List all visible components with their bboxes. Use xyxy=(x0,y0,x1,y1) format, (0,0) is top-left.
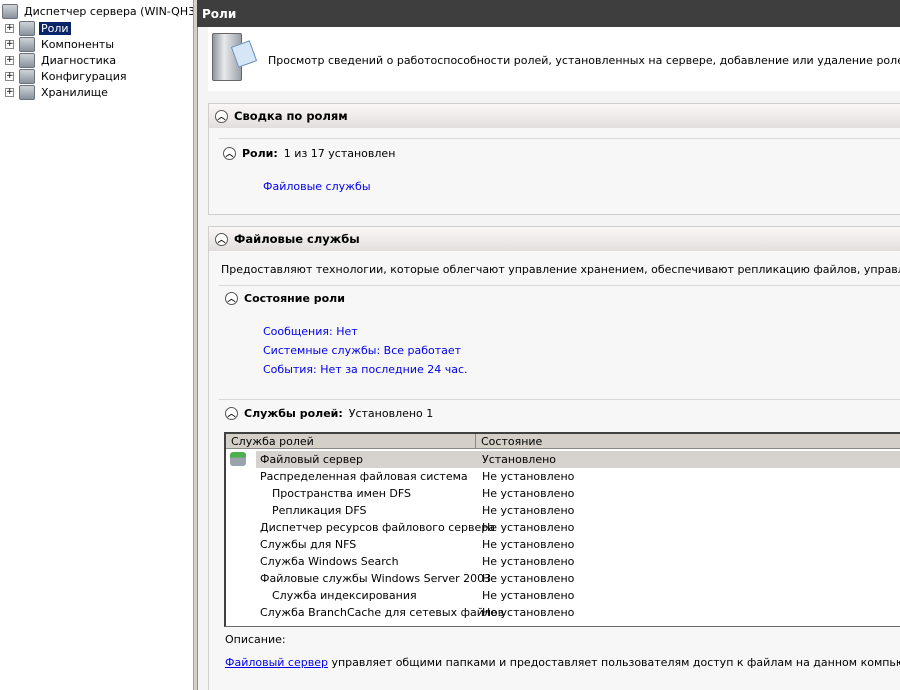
service-name: Файловые службы Windows Server 2003 xyxy=(260,572,492,585)
service-state: Не установлено xyxy=(482,572,575,585)
roles-count: 1 из 17 установлен xyxy=(283,147,396,160)
file-services-link[interactable]: Файловые службы xyxy=(263,180,371,193)
node-icon xyxy=(19,84,35,100)
table-row[interactable]: Службы для NFS Не установлено xyxy=(226,536,900,553)
collapse-icon[interactable]: ︿ xyxy=(223,147,236,160)
service-state: Установлено xyxy=(482,453,557,466)
service-name: Служба BranchCache для сетевых файлов xyxy=(260,606,505,619)
table-row[interactable]: Файловый сервер Установлено xyxy=(226,451,900,468)
service-state: Не установлено xyxy=(482,555,575,568)
tree-item-label: Диагностика xyxy=(41,53,117,67)
expand-icon[interactable]: + xyxy=(5,23,14,33)
tree-item-label: Компоненты xyxy=(41,37,115,51)
service-state: Не установлено xyxy=(482,487,575,500)
collapse-icon[interactable]: ︿ xyxy=(215,232,228,246)
service-state: Не установлено xyxy=(482,470,575,483)
roles-label: Роли: xyxy=(242,147,278,160)
description-text: Файловый сервер управляет общими папками… xyxy=(225,656,900,669)
node-icon xyxy=(19,52,35,68)
pane-title: Роли xyxy=(197,0,900,27)
table-row[interactable]: Распределенная файловая система Не устано… xyxy=(226,468,900,485)
node-icon xyxy=(19,36,35,52)
file-services-description: Предоставляют технологии, которые облегч… xyxy=(221,263,900,276)
console-tree: Диспетчер сервера (WIN-QH336E + Роли + Комп… xyxy=(0,0,193,690)
tree-item[interactable]: + Конфигурация xyxy=(5,68,129,84)
expand-icon[interactable]: + xyxy=(5,39,14,49)
tree-root-label: Диспетчер сервера (WIN-QH336E xyxy=(24,4,193,18)
service-state: Не установлено xyxy=(482,504,575,517)
table-row[interactable]: Пространства имен DFS Не установлено xyxy=(226,485,900,502)
tree-item-label: Роли xyxy=(39,21,71,35)
service-name: Пространства имен DFS xyxy=(272,487,412,500)
expand-icon[interactable]: + xyxy=(5,71,14,81)
file-services-header[interactable]: ︿ Файловые службы xyxy=(209,227,900,251)
file-services-heading: Файловые службы xyxy=(234,232,360,246)
service-name: Распределенная файловая система xyxy=(260,470,468,483)
details-pane: Роли Просмотр сведений о работоспособнос… xyxy=(197,0,900,690)
service-name: Служба индексирования xyxy=(272,589,417,602)
summary-header[interactable]: ︿ Сводка по ролям xyxy=(209,104,900,128)
service-name: Диспетчер ресурсов файлового сервера xyxy=(260,521,495,534)
summary-heading: Сводка по ролям xyxy=(234,109,348,123)
roles-summary-section: ︿ Сводка по ролям ︿ Роли: 1 из 17 установле… xyxy=(208,103,900,215)
role-services-table: Служба ролей Состояние Файловый сервер Ус… xyxy=(224,432,900,627)
service-state: Не установлено xyxy=(482,589,575,602)
node-icon xyxy=(19,68,35,84)
tree-item[interactable]: + Диагностика xyxy=(5,52,118,68)
collapse-icon[interactable]: ︿ xyxy=(225,407,238,420)
table-row[interactable]: Файловые службы Windows Server 2003 Не ус… xyxy=(226,570,900,587)
tree-item-label: Конфигурация xyxy=(41,69,127,83)
column-header-state[interactable]: Состояние xyxy=(476,434,900,449)
tree-root[interactable]: Диспетчер сервера (WIN-QH336E xyxy=(2,3,193,19)
table-row[interactable]: Служба Windows Search Не установлено xyxy=(226,553,900,570)
table-row[interactable]: Служба индексирования Не установлено xyxy=(226,587,900,604)
tree-item[interactable]: + Хранилище xyxy=(5,84,110,100)
tree-item[interactable]: + Компоненты xyxy=(5,36,116,52)
service-name: Службы для NFS xyxy=(260,538,357,551)
column-header-service[interactable]: Служба ролей xyxy=(226,434,476,449)
role-services-count: Установлено 1 xyxy=(348,407,434,420)
service-state: Не установлено xyxy=(482,538,575,551)
role-services-label: Службы ролей: xyxy=(244,407,343,420)
status-link-messages[interactable]: Сообщения: Нет xyxy=(263,325,358,338)
server-manager-icon xyxy=(2,3,18,19)
service-name: Файловый сервер xyxy=(260,453,363,466)
tree-item[interactable]: + Роли xyxy=(5,20,71,36)
file-server-link[interactable]: Файловый сервер xyxy=(225,656,328,669)
service-name: Репликация DFS xyxy=(272,504,367,517)
tree-item-label: Хранилище xyxy=(41,85,108,99)
table-row[interactable]: Диспетчер ресурсов файлового сервера Не у… xyxy=(226,519,900,536)
node-icon xyxy=(19,20,35,36)
expand-icon[interactable]: + xyxy=(5,55,14,65)
description-label: Описание: xyxy=(225,633,286,646)
table-row[interactable]: Служба BranchCache для сетевых файлов Не … xyxy=(226,604,900,621)
intro-banner: Просмотр сведений о работоспособности ро… xyxy=(208,27,900,91)
status-link-services[interactable]: Системные службы: Все работает xyxy=(263,344,461,357)
installed-icon xyxy=(230,452,246,466)
service-name: Служба Windows Search xyxy=(260,555,399,568)
role-status-heading: Состояние роли xyxy=(244,292,345,305)
expand-icon[interactable]: + xyxy=(5,87,14,97)
service-state: Не установлено xyxy=(482,521,575,534)
status-link-events[interactable]: События: Нет за последние 24 час. xyxy=(263,363,468,376)
content-area: Просмотр сведений о работоспособности ро… xyxy=(197,27,900,690)
table-row[interactable]: Репликация DFS Не установлено xyxy=(226,502,900,519)
collapse-icon[interactable]: ︿ xyxy=(215,109,228,123)
collapse-icon[interactable]: ︿ xyxy=(225,292,238,305)
intro-text: Просмотр сведений о работоспособности ро… xyxy=(268,54,900,67)
description-body: управляет общими папками и предоставляет… xyxy=(331,656,900,669)
service-state: Не установлено xyxy=(482,606,575,619)
